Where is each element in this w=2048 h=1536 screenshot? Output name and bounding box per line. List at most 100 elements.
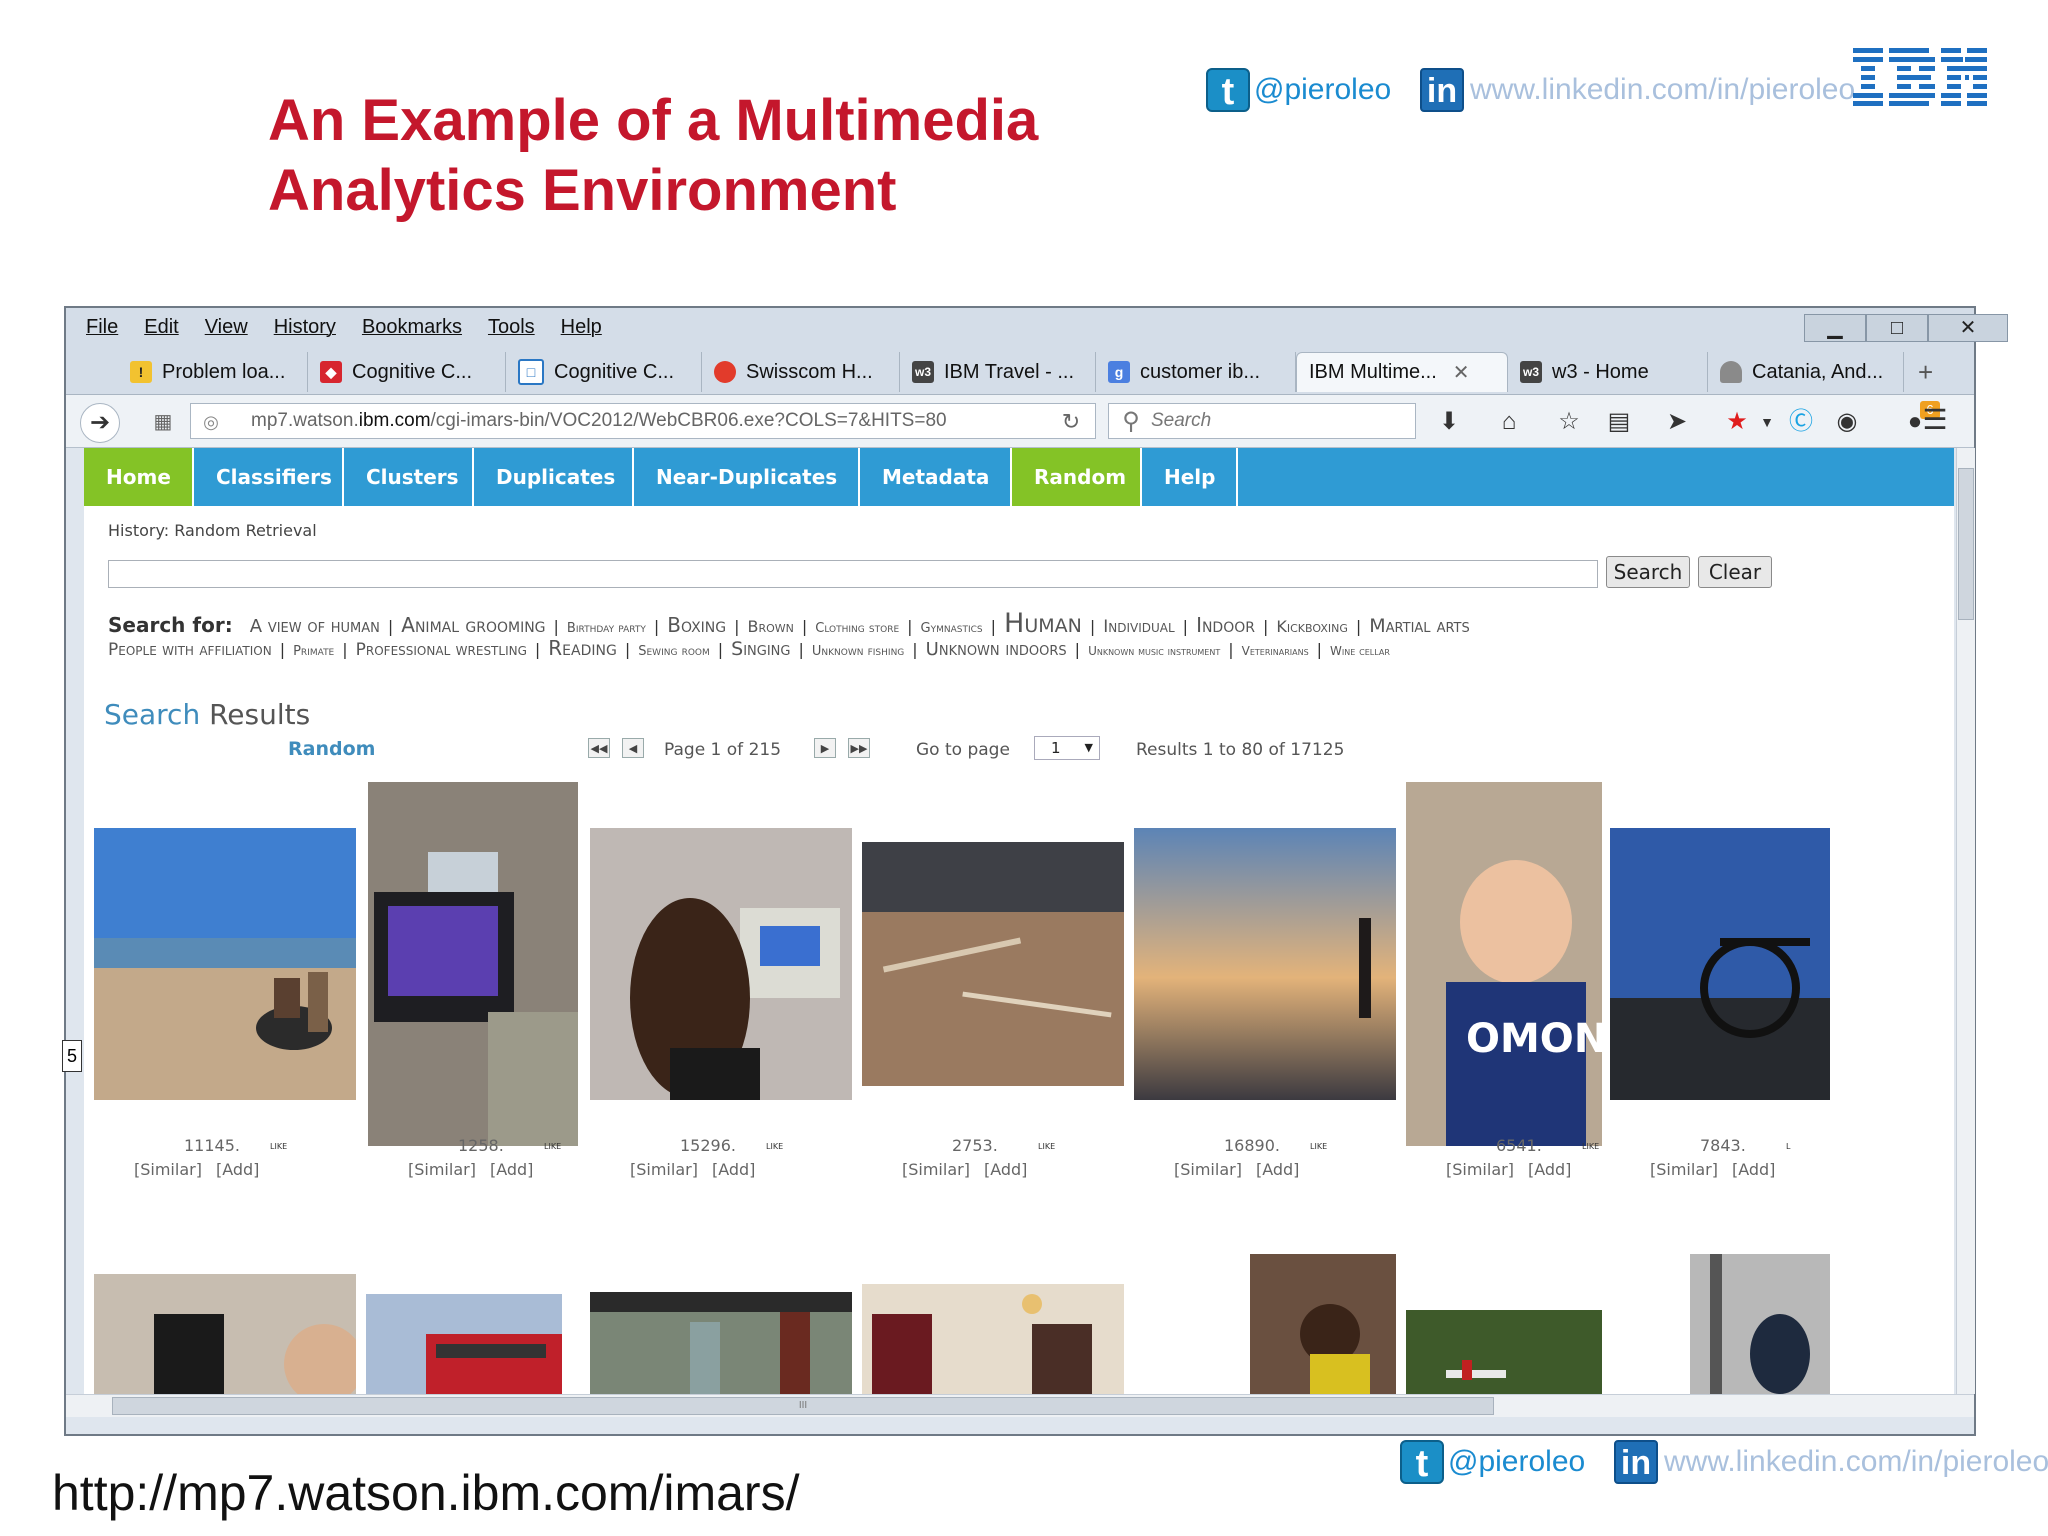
menu-icon[interactable]: ☰ (1920, 405, 1950, 435)
maximize-button[interactable]: □ (1866, 314, 1928, 342)
thumb-girl-computer[interactable] (590, 828, 852, 1100)
tag-link[interactable]: Indoor (1196, 613, 1255, 637)
tag-link[interactable]: Gymnastics (921, 621, 983, 636)
skype-icon[interactable]: Ⓒ (1786, 407, 1816, 437)
tag-link[interactable]: Kickboxing (1276, 617, 1347, 636)
nav-near-duplicates[interactable]: Near-Duplicates (634, 448, 860, 506)
similar-link[interactable]: [Similar] (1174, 1160, 1242, 1179)
similar-link[interactable]: [Similar] (630, 1160, 698, 1179)
url-bar[interactable]: mp7.watson.ibm.com/cgi-imars-bin/VOC2012… (190, 403, 1096, 439)
nav-help[interactable]: Help (1142, 448, 1238, 506)
add-link[interactable]: [Add] (712, 1160, 755, 1179)
tag-link[interactable]: Brown (748, 617, 794, 636)
tab-close-icon[interactable]: ✕ (1453, 360, 1470, 385)
thumb-bicycle[interactable] (1610, 828, 1830, 1100)
similar-link[interactable]: [Similar] (408, 1160, 476, 1179)
linkedin-link-top[interactable]: in www.linkedin.com/in/pieroleo (1420, 68, 1855, 112)
tab-cognitive-1[interactable]: ◆ Cognitive C... (308, 352, 506, 392)
tag-link[interactable]: A view of human (250, 616, 380, 637)
thumb-beach-horse[interactable] (94, 828, 356, 1100)
tag-link[interactable]: Boxing (667, 613, 726, 637)
thumb-red-bus[interactable] (366, 1294, 562, 1394)
tag-link[interactable]: Human (1004, 608, 1082, 639)
nav-duplicates[interactable]: Duplicates (474, 448, 634, 506)
bookmark-star-icon[interactable]: ☆ (1554, 407, 1584, 437)
menu-file[interactable]: File (86, 316, 118, 339)
thumb-dining-room[interactable] (862, 1284, 1124, 1394)
red-star-icon[interactable]: ★ (1722, 407, 1752, 437)
tag-link[interactable]: Birthday party (567, 621, 646, 636)
tab-catania[interactable]: Catania, And... (1708, 352, 1904, 392)
close-window-button[interactable]: ✕ (1928, 314, 2008, 342)
add-link[interactable]: [Add] (1732, 1160, 1775, 1179)
tag-link[interactable]: Reading (548, 636, 617, 660)
menu-edit[interactable]: Edit (144, 316, 178, 339)
like-link[interactable]: like (270, 1138, 287, 1152)
menu-history[interactable]: History (274, 316, 336, 339)
like-link[interactable]: like (1038, 1138, 1055, 1152)
download-icon[interactable]: ⬇ (1434, 407, 1464, 437)
similar-link[interactable]: [Similar] (1650, 1160, 1718, 1179)
tag-link[interactable]: Singing (731, 638, 790, 660)
twitter-handle-top[interactable]: t @pieroleo (1206, 68, 1391, 113)
thumb-driftwood[interactable] (862, 842, 1124, 1086)
similar-link[interactable]: [Similar] (134, 1160, 202, 1179)
twitter-handle-bottom[interactable]: t @pieroleo (1400, 1440, 1585, 1485)
tab-problem-loading[interactable]: ! Problem loa... (118, 352, 308, 392)
browser-search-field[interactable]: Search (1108, 403, 1416, 439)
tag-link[interactable]: Martial arts (1369, 615, 1470, 637)
tab-customer[interactable]: g customer ib... (1096, 352, 1296, 392)
tag-link[interactable]: Unknown fishing (812, 644, 904, 659)
tag-link[interactable]: Animal grooming (401, 613, 545, 637)
search-button[interactable]: Search (1606, 556, 1690, 588)
first-page-icon[interactable]: ◀◀ (588, 738, 610, 758)
tag-link[interactable]: Primate (293, 644, 334, 659)
tab-w3-home[interactable]: w3 w3 - Home (1508, 352, 1708, 392)
tab-ibm-multimedia[interactable]: IBM Multime... ✕ (1296, 352, 1508, 392)
menu-view[interactable]: View (205, 316, 248, 339)
thumb-bottles[interactable] (590, 1292, 852, 1394)
thumb-airplane-field[interactable] (1406, 1310, 1602, 1394)
clear-button[interactable]: Clear (1698, 556, 1772, 588)
imars-url[interactable]: http://mp7.watson.ibm.com/imars/ (52, 1464, 799, 1522)
menu-help[interactable]: Help (561, 316, 602, 339)
tag-link[interactable]: Veterinarians (1242, 644, 1309, 658)
vertical-scrollbar[interactable] (1956, 448, 1975, 1394)
like-link[interactable]: l (1786, 1138, 1790, 1152)
nav-classifiers[interactable]: Classifiers (194, 448, 344, 506)
nav-clusters[interactable]: Clusters (344, 448, 474, 506)
next-page-icon[interactable]: ▶ (814, 738, 836, 758)
tag-link[interactable]: Wine cellar (1330, 644, 1390, 658)
menu-tools[interactable]: Tools (488, 316, 535, 339)
view-icon[interactable]: ▦ (148, 407, 178, 437)
prev-page-icon[interactable]: ◀ (622, 738, 644, 758)
send-icon[interactable]: ➤ (1662, 407, 1692, 437)
tab-swisscom[interactable]: Swisscom H... (702, 352, 900, 392)
like-link[interactable]: like (1582, 1138, 1599, 1152)
tag-link[interactable]: People with affiliation (108, 640, 272, 660)
nav-home[interactable]: Home (84, 448, 194, 506)
like-link[interactable]: like (1310, 1138, 1327, 1152)
like-link[interactable]: like (766, 1138, 783, 1152)
tag-link[interactable]: Individual (1103, 617, 1174, 637)
thumb-tv-room[interactable] (368, 782, 578, 1146)
thumb-speaker-room[interactable] (94, 1274, 356, 1394)
reload-icon[interactable]: ↻ (1056, 407, 1086, 437)
tag-link[interactable]: Unknown music instrument (1088, 644, 1220, 658)
horizontal-scroll-thumb[interactable]: III (112, 1397, 1494, 1415)
minimize-button[interactable]: ▁ (1804, 314, 1866, 342)
add-link[interactable]: [Add] (216, 1160, 259, 1179)
tag-link[interactable]: Clothing store (815, 621, 899, 636)
nav-random[interactable]: Random (1012, 448, 1142, 506)
thumb-street-people[interactable] (1690, 1254, 1830, 1394)
add-link[interactable]: [Add] (1256, 1160, 1299, 1179)
thumb-sunset-beach[interactable] (1134, 828, 1396, 1100)
vertical-scroll-thumb[interactable] (1958, 468, 1974, 620)
similar-link[interactable]: [Similar] (1446, 1160, 1514, 1179)
new-tab-button[interactable]: + (1906, 352, 1956, 392)
tag-link[interactable]: Unknown indoors (926, 639, 1067, 660)
thumb-baby[interactable]: OMONA (1406, 782, 1602, 1146)
chat-icon[interactable]: ◉ (1832, 407, 1862, 437)
home-icon[interactable]: ⌂ (1494, 407, 1524, 437)
nav-metadata[interactable]: Metadata (860, 448, 1012, 506)
